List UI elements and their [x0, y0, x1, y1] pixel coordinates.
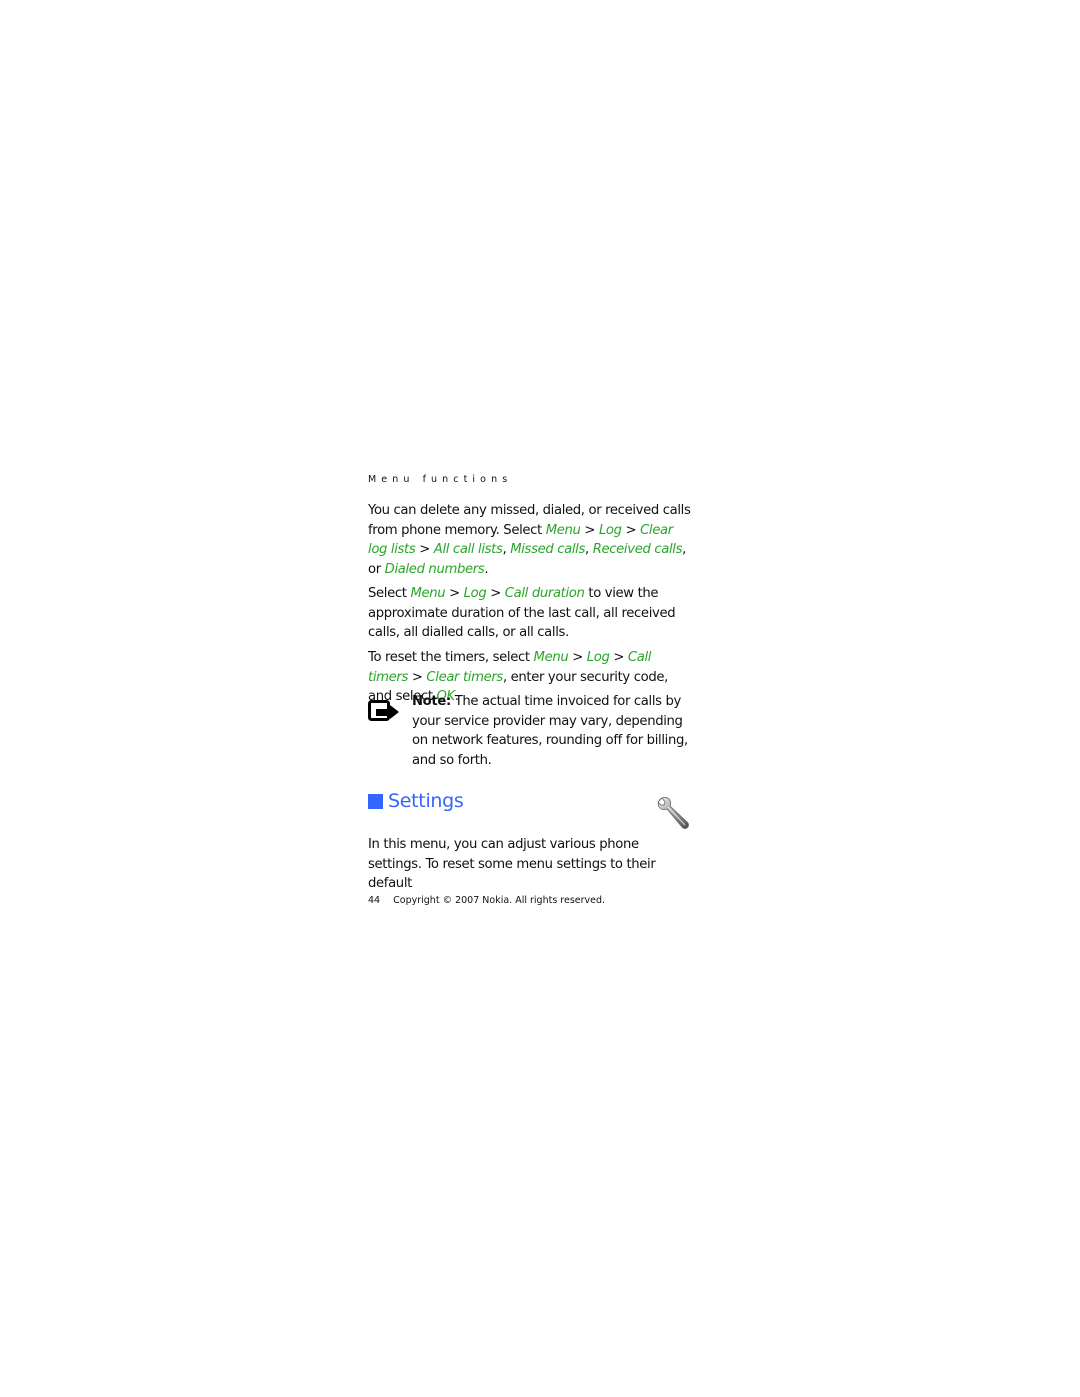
note-label: Note: [412, 694, 451, 709]
copyright: Copyright © 2007 Nokia. All rights reser… [393, 895, 606, 906]
separator: > [445, 586, 464, 601]
section-heading: Settings [368, 790, 464, 812]
separator: > [408, 669, 427, 685]
menu-path-menu: Menu [410, 586, 446, 601]
heading-square-icon [368, 793, 383, 809]
note-text: Note: The actual time invoiced for calls… [412, 692, 697, 770]
running-head: Menu functions [368, 474, 513, 485]
comma: , [585, 542, 593, 557]
note-body: The actual time invoiced for calls by yo… [412, 694, 688, 768]
menu-path-missed-calls: Missed calls [510, 542, 585, 557]
menu-path-all-call-lists: All call lists [433, 542, 503, 557]
page-number: 44 [368, 895, 381, 906]
menu-path-log: Log [598, 522, 622, 538]
separator: > [580, 522, 599, 538]
text: Select [368, 586, 411, 601]
menu-path-menu: Menu [545, 522, 581, 538]
menu-path-log: Log [586, 650, 610, 665]
menu-path-log: Log [463, 586, 487, 601]
section-intro: In this menu, you can adjust various pho… [368, 837, 656, 891]
separator: > [486, 586, 505, 601]
text: To reset the timers, select [368, 650, 534, 665]
section-title: Settings [388, 790, 464, 812]
wrench-icon [657, 796, 689, 829]
paragraph-call-duration: Select Menu > Log > Call duration to vie… [368, 584, 693, 643]
period: . [484, 561, 489, 577]
separator: > [415, 542, 434, 557]
separator: > [568, 650, 587, 665]
separator: > [621, 522, 641, 538]
menu-path-dialed-numbers: Dialed numbers [384, 561, 485, 577]
menu-path-clear-timers: Clear timers [426, 669, 503, 685]
note-icon [368, 700, 399, 721]
page-footer: 44 Copyright © 2007 Nokia. All rights re… [368, 895, 605, 906]
paragraph-delete-calls: You can delete any missed, dialed, or re… [368, 501, 693, 579]
separator: > [609, 650, 628, 665]
menu-path-call-duration: Call duration [504, 586, 585, 601]
menu-path-received-calls: Received calls [592, 542, 683, 557]
menu-path-menu: Menu [533, 650, 569, 665]
